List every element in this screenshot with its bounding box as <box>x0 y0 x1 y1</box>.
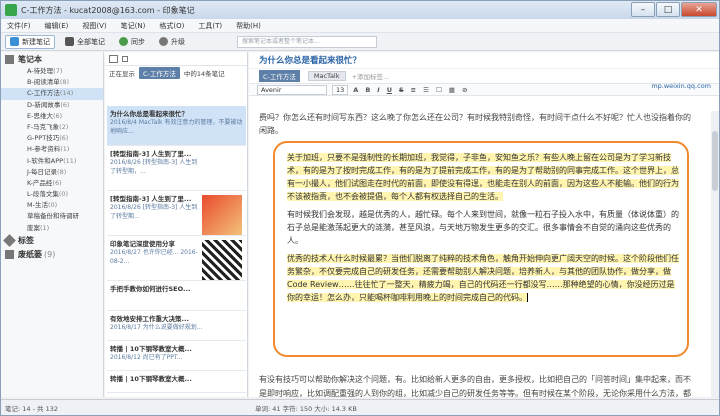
note-tag[interactable]: MacTalk <box>307 71 346 81</box>
trash-header[interactable]: 废纸篓 (9) <box>1 248 103 262</box>
close-button[interactable]: ✕ <box>681 2 717 17</box>
callout-paragraph: 优秀的技术人什么时候最累？当他们脱离了纯粹的技术角色，触角开始伸向更广阔天空的时… <box>287 254 679 302</box>
new-note-icon <box>10 37 19 46</box>
checkbox-icon[interactable]: ☐ <box>436 86 442 94</box>
menu-edit[interactable]: 编辑(E) <box>45 21 69 31</box>
align-left-icon[interactable]: ≡ <box>411 86 416 94</box>
upgrade-button[interactable]: 升级 <box>155 35 189 49</box>
source-url-link[interactable]: mp.weixin.qq.com <box>651 82 711 90</box>
status-bar: 笔记: 14 - 共 132 单词: 41 字符: 150 大小: 14.3 K… <box>1 399 719 415</box>
window-title: C-工作方法 - kucat2008@163.com - 印象笔记 <box>21 5 195 15</box>
menu-help[interactable]: 帮助(H) <box>236 21 261 31</box>
upgrade-icon <box>159 37 168 46</box>
add-tag-input[interactable]: +添加标签... <box>352 71 390 81</box>
upgrade-label: 升级 <box>171 37 185 46</box>
sidebar-item-b[interactable]: B-阅读清单(8) <box>1 77 103 88</box>
note-list-filter: 正在显示 C-工作方法 中的14条笔记 <box>105 66 247 80</box>
all-notes-button[interactable]: 全部笔记 <box>61 35 109 49</box>
callout-paragraph: 关于加班，只要不是强制性的长期加班，我觉得，子非鱼，安知鱼之乐？有些人晚上留在公… <box>287 153 679 201</box>
scrollbar-thumb[interactable] <box>712 131 718 191</box>
note-item[interactable]: 有效地安排工作重大决策... 2016/8/17 为什么说要做好规划... <box>107 311 246 341</box>
sidebar-item-l[interactable]: L-段落文集(0) <box>1 189 103 200</box>
sidebar: 笔记本 A-待处理(7) B-阅读清单(8) C-工作方法(14) D-新闻故事… <box>1 52 104 397</box>
sidebar-item-j[interactable]: J-每日记录(8) <box>1 167 103 178</box>
note-count-status: 笔记: 14 - 共 132 <box>5 405 58 413</box>
list-view-icon[interactable] <box>109 54 118 63</box>
italic-icon[interactable]: I <box>377 86 379 94</box>
format-toolbar: Avenir 13 A B I U S ≡ ☰ ☐ ▦ ⊘ <box>249 83 719 96</box>
underline-icon[interactable]: U <box>387 86 392 94</box>
new-note-label: 新建笔记 <box>22 37 50 46</box>
tags-header[interactable]: 标签 <box>1 234 103 248</box>
font-select[interactable]: Avenir <box>257 84 327 95</box>
text-color-icon[interactable]: A <box>353 86 358 94</box>
callout-paragraph: 有时候我们会发现，越是优秀的人，越忙碌。每个人来到世间，就像一粒石子投入水中，有… <box>287 210 679 245</box>
sidebar-item-archive[interactable]: 废案(1) <box>1 223 103 234</box>
notebooks-header[interactable]: 笔记本 <box>1 52 103 66</box>
intro-paragraph: 费吗？你怎么还有时间写东西？这么晚了你怎么还在公司？有时候我特别奇怪，有时间干点… <box>259 113 691 136</box>
note-item[interactable]: [转型指南-3] 人生到了里... 2016/8/26 [转型指南-3] 人生到… <box>107 146 246 191</box>
sidebar-item-h[interactable]: H-参考资料(1) <box>1 144 103 155</box>
sidebar-item-k[interactable]: K-产品经(6) <box>1 178 103 189</box>
maximize-button[interactable]: □ <box>656 2 680 17</box>
menu-view[interactable]: 视图(V) <box>82 21 106 31</box>
sidebar-item-d[interactable]: D-新闻故事(6) <box>1 100 103 111</box>
sidebar-item-g[interactable]: G-PPT技巧(6) <box>1 133 103 144</box>
note-thumbnail <box>202 195 242 235</box>
menu-file[interactable]: 文件(F) <box>7 21 31 31</box>
menu-tools[interactable]: 工具(T) <box>198 21 222 31</box>
word-count-status: 单词: 41 字符: 150 大小: 14.3 KB <box>255 405 357 413</box>
notes-icon <box>65 37 74 46</box>
menu-bar: 文件(F) 编辑(E) 视图(V) 笔记(N) 格式(O) 工具(T) 帮助(H… <box>1 19 719 33</box>
note-item[interactable]: 为什么你总是看起来很忙？ 2016/8/4 MacTalk 有效注意力的管理，不… <box>107 106 246 146</box>
tag-icon <box>3 234 16 248</box>
toolbar: 新建笔记 全部笔记 同步 升级 搜索笔记本或者整个笔记本... <box>1 33 719 51</box>
note-item[interactable]: 转播 | 10下钢琴教室大概... 2016/8/12 尚已有了PPT... <box>107 341 246 371</box>
filter-notebook-chip[interactable]: C-工作方法 <box>139 67 180 79</box>
menu-note[interactable]: 笔记(N) <box>121 21 146 31</box>
attach-icon[interactable]: ⊘ <box>462 86 467 94</box>
sidebar-item-e[interactable]: E-思维大(6) <box>1 111 103 122</box>
sidebar-item-m[interactable]: M-生活(0) <box>1 200 103 211</box>
sync-label: 同步 <box>131 37 145 46</box>
sidebar-item-a[interactable]: A-待处理(7) <box>1 66 103 77</box>
sidebar-item-c[interactable]: C-工作方法(14) <box>1 88 103 100</box>
sort-icon[interactable] <box>122 55 128 62</box>
note-item[interactable]: 手把手教你如何进行SEO... <box>107 281 246 311</box>
highlight-callout: 关于加班，只要不是强制性的长期加班，我觉得，子非鱼，安知鱼之乐？有些人晚上留在公… <box>273 141 689 357</box>
note-item[interactable]: 印象笔记深度使用分享 2016/8/27 也许你已经... 2016-08-2.… <box>107 236 246 281</box>
minimize-button[interactable]: – <box>631 2 655 17</box>
note-meta: C-工作方法 MacTalk +添加标签... <box>249 69 719 83</box>
sync-icon <box>119 37 128 46</box>
bullet-list-icon[interactable]: ☰ <box>423 86 429 94</box>
text-cursor <box>527 293 528 302</box>
editor-scrollbar[interactable] <box>711 111 719 397</box>
sidebar-item-i[interactable]: I-软件和APP(11) <box>1 156 103 167</box>
all-notes-label: 全部笔记 <box>77 37 105 46</box>
new-note-button[interactable]: 新建笔记 <box>5 34 55 49</box>
note-item[interactable]: [转型指南-3] 人生到了里... 2016/8/26 [转型指南-3] 人生到… <box>107 191 246 236</box>
note-title[interactable]: 为什么你总是看起来很忙？ <box>249 52 719 69</box>
sync-button[interactable]: 同步 <box>115 35 149 49</box>
table-icon[interactable]: ▦ <box>449 86 455 94</box>
notebook-icon <box>5 54 14 64</box>
note-notebook-chip[interactable]: C-工作方法 <box>259 70 300 82</box>
trash-icon <box>5 250 14 260</box>
note-item[interactable]: 转播 | 10下钢琴教室大概... <box>107 371 246 393</box>
note-list-tools <box>105 52 247 66</box>
menu-format[interactable]: 格式(O) <box>159 21 184 31</box>
sidebar-item-drafts[interactable]: 草稿备份和待调研 <box>1 211 103 222</box>
title-bar[interactable]: C-工作方法 - kucat2008@163.com - 印象笔记 – □ ✕ <box>1 1 719 19</box>
sidebar-item-f[interactable]: F-马克飞象(2) <box>1 122 103 133</box>
font-size-select[interactable]: 13 <box>332 84 349 95</box>
bold-icon[interactable]: B <box>365 86 370 94</box>
search-input[interactable]: 搜索笔记本或者整个笔记本... <box>237 36 377 48</box>
app-window: C-工作方法 - kucat2008@163.com - 印象笔记 – □ ✕ … <box>0 0 720 416</box>
strikethrough-icon[interactable]: S <box>399 86 404 94</box>
evernote-logo-icon <box>5 4 17 16</box>
qr-code-thumbnail <box>202 240 242 280</box>
note-list: 正在显示 C-工作方法 中的14条笔记 为什么你总是看起来很忙？ 2016/8/… <box>105 52 248 397</box>
